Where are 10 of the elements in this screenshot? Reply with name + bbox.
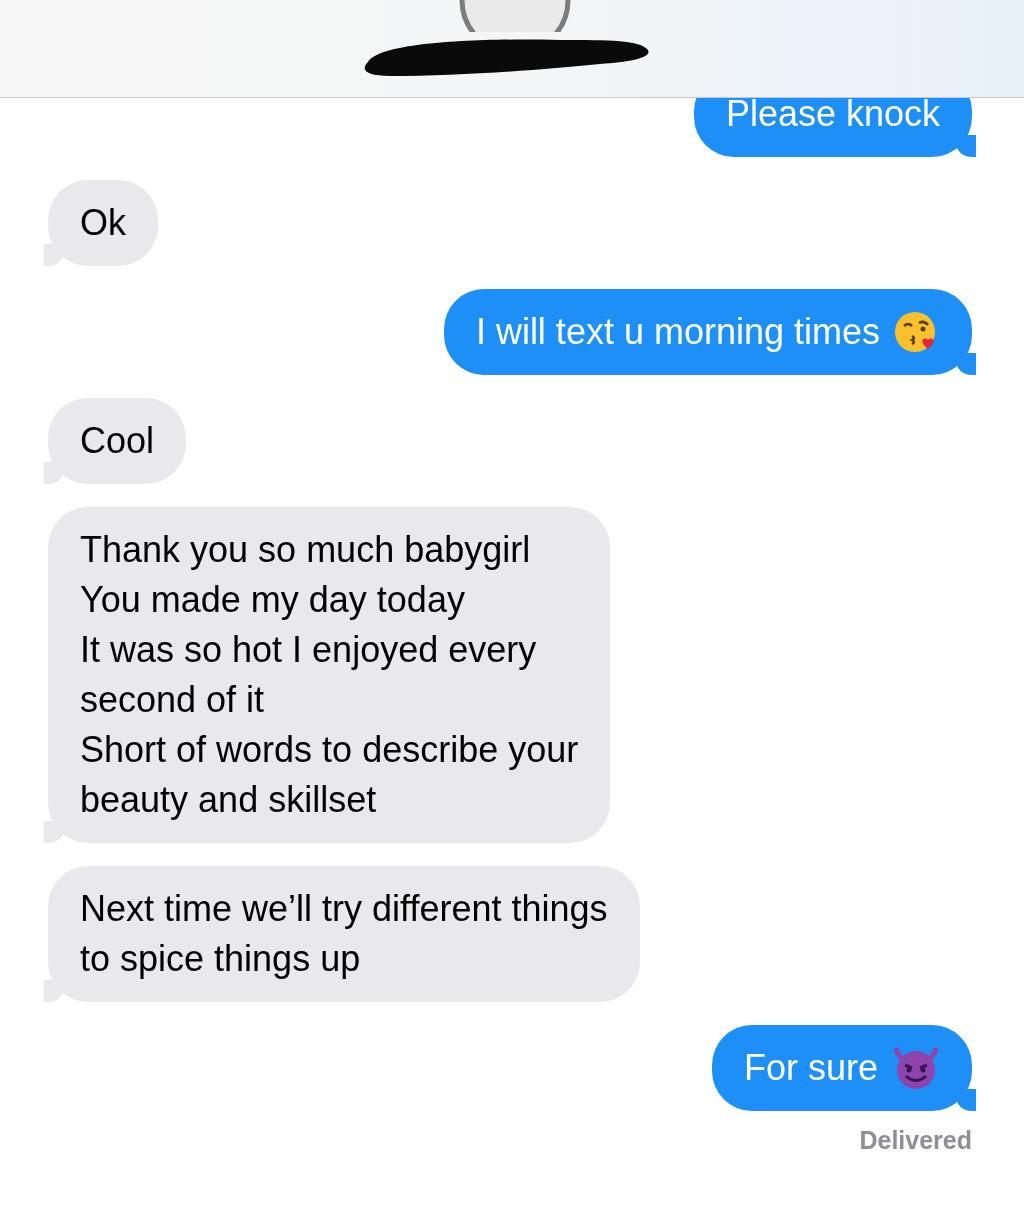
message-text: Thank you so much babygirl You made my day today It was so hot I enjoyed every second of it Short of words to describe your beauty and skillset — [80, 528, 579, 822]
message-text: Cool — [80, 419, 155, 463]
avatar-icon[interactable] — [458, 0, 572, 32]
message-text: Please knock — [725, 92, 940, 136]
message-text: I will text u morning times — [475, 310, 880, 354]
delivery-status: Delivered — [859, 1126, 972, 1155]
message-text: For sure — [743, 1046, 878, 1090]
devil-face-icon — [892, 1046, 940, 1090]
message-text: Ok — [80, 201, 126, 245]
message-text: Next time we’ll try different things to spice things up — [80, 887, 608, 981]
